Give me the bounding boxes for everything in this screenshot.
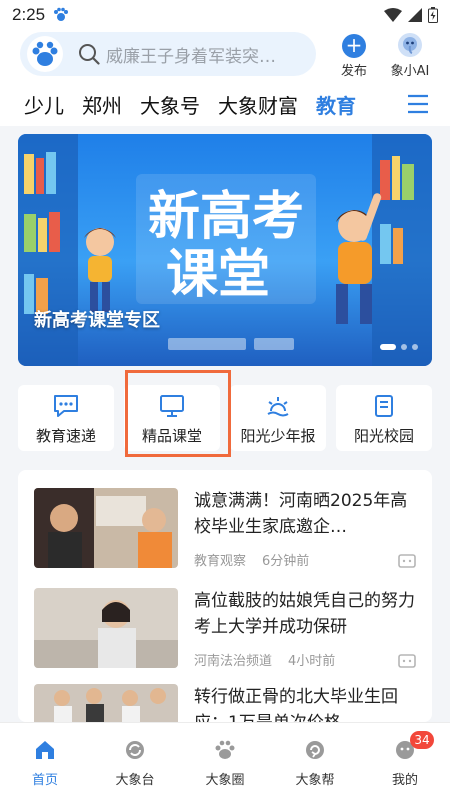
news-thumbnail	[34, 684, 178, 722]
quick-entry-jiaoyusudi[interactable]: 教育速递	[18, 385, 114, 451]
news-thumbnail	[34, 588, 178, 668]
notification-badge: 34	[410, 731, 434, 749]
banner-carousel[interactable]: 新高考 课堂 新高考课堂专区	[18, 134, 432, 366]
news-title: 转行做正骨的北大毕业生回应：1万是单次价格…	[194, 687, 398, 722]
news-meta: 河南法治频道 4小时前	[194, 650, 351, 669]
nav-daxiangtai[interactable]: 大象台	[90, 723, 180, 800]
search-icon	[79, 44, 100, 65]
quick-entry-label: 阳光校园	[353, 427, 414, 445]
ai-label: 象小AI	[390, 64, 430, 79]
help-icon	[306, 741, 324, 759]
news-item[interactable]: 诚意满满！河南晒2025年高校毕业生家底邀企… 教育观察 6分钟前	[18, 484, 432, 584]
wifi-icon	[384, 8, 402, 22]
news-time: 4小时前	[288, 654, 336, 669]
refresh-icon	[126, 741, 144, 759]
home-icon	[36, 741, 54, 759]
battery-icon	[428, 7, 438, 23]
news-time: 6分钟前	[262, 554, 310, 569]
news-source: 教育观察	[194, 554, 247, 569]
nav-home[interactable]: 首页	[0, 723, 90, 800]
quick-entry-label: 教育速递	[35, 427, 96, 445]
comment-icon[interactable]	[398, 554, 416, 568]
quick-entry-label: 阳光少年报	[240, 427, 316, 445]
carousel-dot	[401, 344, 407, 350]
nav-daxiangquan[interactable]: 大象圈	[180, 723, 270, 800]
nav-label: 我的	[391, 773, 418, 788]
news-item[interactable]: 转行做正骨的北大毕业生回应：1万是单次价格…	[18, 684, 432, 722]
svg-text:新高考: 新高考	[148, 187, 304, 247]
tab-zhengzhou[interactable]: 郑州	[82, 90, 122, 119]
paw-icon	[215, 740, 235, 759]
paw-notification-icon	[54, 7, 69, 21]
search-bar[interactable]: 威廉王子身着军装突…	[20, 32, 316, 76]
nav-label: 大象台	[115, 773, 155, 788]
nav-daxiangbang[interactable]: 大象帮	[270, 723, 360, 800]
tab-shaoer[interactable]: 少儿	[24, 90, 64, 119]
tab-daxianghao[interactable]: 大象号	[140, 90, 200, 119]
news-title: 高位截肢的姑娘凭自己的努力考上大学并成功保研	[194, 591, 415, 637]
quick-entry-yangguangxiaoyuan[interactable]: 阳光校园	[336, 385, 432, 451]
book-icon	[375, 395, 393, 417]
selection-highlight-box	[125, 370, 231, 457]
top-header: 威廉王子身着军装突… + 发布 象小AI	[0, 30, 450, 82]
tab-daxiangcaifu[interactable]: 大象财富	[218, 90, 298, 119]
nav-label: 大象帮	[295, 773, 335, 788]
elephant-avatar-icon	[398, 33, 422, 57]
search-input[interactable]: 威廉王子身着军装突…	[106, 42, 306, 67]
carousel-dot	[412, 344, 418, 350]
news-title: 诚意满满！河南晒2025年高校毕业生家底邀企…	[194, 491, 408, 537]
plus-icon: +	[342, 34, 366, 58]
publish-button[interactable]: + 发布	[332, 32, 376, 80]
quick-entry-yangguangshaonianbao[interactable]: 阳光少年报	[230, 385, 326, 451]
nav-label: 大象圈	[205, 773, 245, 788]
status-time: 2:25	[12, 5, 46, 24]
tab-jiaoyu[interactable]: 教育	[316, 90, 356, 119]
carousel-indicator	[380, 344, 418, 350]
news-item[interactable]: 高位截肢的姑娘凭自己的努力考上大学并成功保研 河南法治频道 4小时前	[18, 584, 432, 684]
chat-bubble-icon	[54, 395, 78, 417]
status-indicators	[384, 7, 438, 23]
bottom-navigation: 首页 大象台 大象圈 大象帮 34 我的	[0, 722, 450, 800]
sunrise-icon	[267, 397, 289, 417]
nav-label: 首页	[31, 773, 58, 788]
news-source: 河南法治频道	[194, 654, 273, 669]
channel-tabs: 少儿 郑州 大象号 大象财富 教育	[0, 82, 450, 126]
nav-mine[interactable]: 34 我的	[360, 723, 450, 800]
news-meta: 教育观察 6分钟前	[194, 550, 325, 569]
ai-assistant-button[interactable]: 象小AI	[385, 32, 435, 80]
channel-menu-icon[interactable]	[406, 93, 430, 115]
app-logo-icon	[27, 36, 63, 72]
status-bar: 2:25	[0, 0, 450, 30]
news-list: 诚意满满！河南晒2025年高校毕业生家底邀企… 教育观察 6分钟前 高位截肢的姑娘…	[18, 470, 432, 722]
comment-icon[interactable]	[398, 654, 416, 668]
carousel-dot-active	[380, 344, 396, 350]
news-thumbnail	[34, 488, 178, 568]
publish-label: 发布	[340, 64, 367, 79]
banner-caption: 新高考课堂专区	[34, 310, 160, 331]
signal-icon	[408, 8, 422, 22]
svg-text:课堂: 课堂	[166, 245, 270, 305]
